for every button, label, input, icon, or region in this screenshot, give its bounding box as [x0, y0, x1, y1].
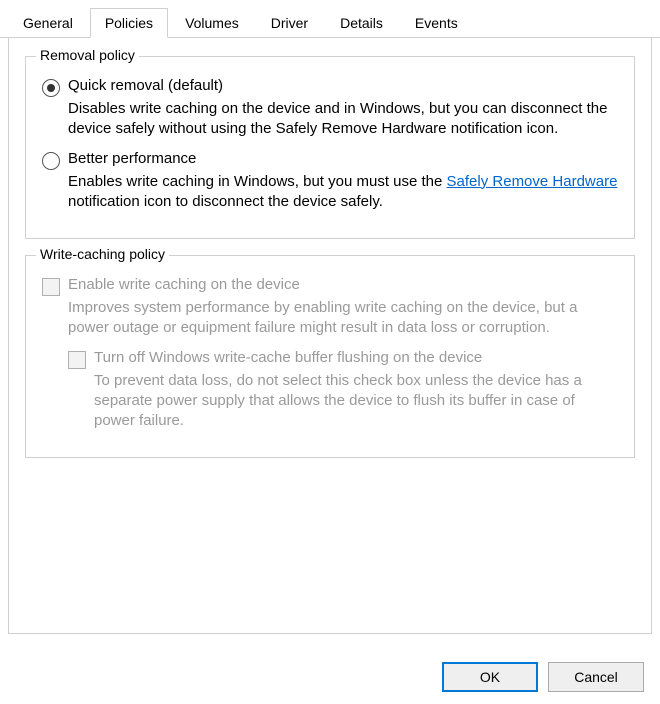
turn-off-flushing-description: To prevent data loss, do not select this…	[94, 371, 618, 432]
cancel-button[interactable]: Cancel	[548, 662, 644, 692]
enable-write-caching-label[interactable]: Enable write caching on the device	[68, 276, 300, 293]
quick-removal-label[interactable]: Quick removal (default)	[68, 77, 223, 94]
ok-button[interactable]: OK	[442, 662, 538, 692]
better-performance-radio[interactable]	[42, 152, 60, 170]
tab-volumes[interactable]: Volumes	[170, 8, 254, 37]
removal-policy-legend: Removal policy	[36, 47, 139, 63]
device-properties-dialog: General Policies Volumes Driver Details …	[0, 8, 660, 704]
better-performance-description: Enables write caching in Windows, but yo…	[68, 172, 618, 213]
quick-removal-description: Disables write caching on the device and…	[68, 99, 618, 140]
tab-policies[interactable]: Policies	[90, 8, 168, 38]
turn-off-flushing-label[interactable]: Turn off Windows write-cache buffer flus…	[94, 349, 482, 366]
quick-removal-option: Quick removal (default) Disables write c…	[42, 77, 618, 140]
tab-driver[interactable]: Driver	[256, 8, 323, 37]
turn-off-flushing-checkbox[interactable]	[68, 351, 86, 369]
better-performance-option: Better performance Enables write caching…	[42, 150, 618, 213]
removal-policy-group: Removal policy Quick removal (default) D…	[25, 56, 635, 239]
tab-content-policies: Removal policy Quick removal (default) D…	[8, 38, 652, 634]
tab-bar: General Policies Volumes Driver Details …	[0, 8, 660, 38]
quick-removal-radio[interactable]	[42, 79, 60, 97]
turn-off-flushing-option: Turn off Windows write-cache buffer flus…	[68, 349, 618, 432]
tab-events[interactable]: Events	[400, 8, 473, 37]
tab-general[interactable]: General	[8, 8, 88, 37]
enable-write-caching-checkbox[interactable]	[42, 278, 60, 296]
tab-details[interactable]: Details	[325, 8, 398, 37]
write-caching-legend: Write-caching policy	[36, 246, 169, 262]
dialog-buttons: OK Cancel	[442, 662, 644, 692]
write-caching-policy-group: Write-caching policy Enable write cachin…	[25, 255, 635, 458]
better-performance-label[interactable]: Better performance	[68, 150, 196, 167]
enable-write-caching-option: Enable write caching on the device Impro…	[42, 276, 618, 339]
safely-remove-hardware-link[interactable]: Safely Remove Hardware	[447, 173, 618, 190]
enable-write-caching-description: Improves system performance by enabling …	[68, 298, 618, 339]
